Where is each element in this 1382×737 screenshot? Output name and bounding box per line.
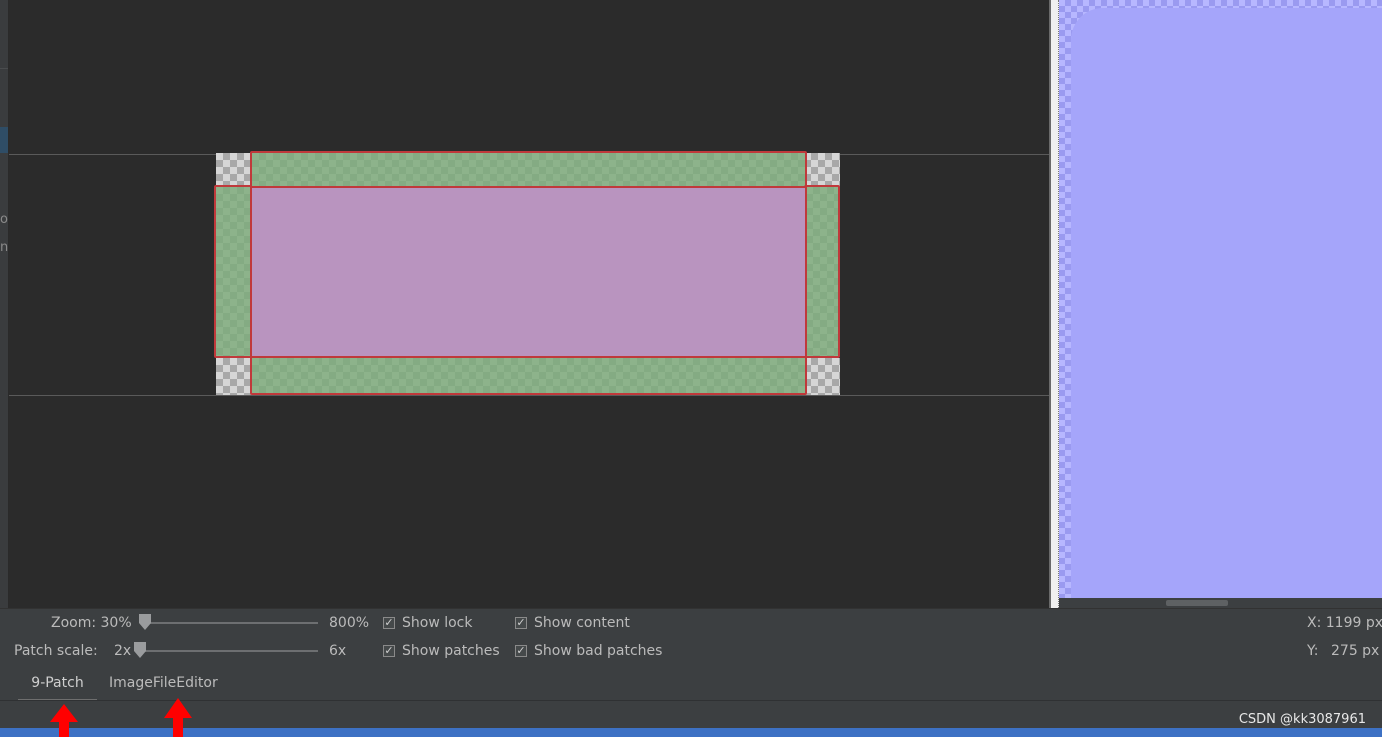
tab-9-patch[interactable]: 9-Patch <box>18 673 97 702</box>
zoom-slider-track[interactable] <box>145 622 318 624</box>
patch-scale-max-label: 6x <box>329 643 347 659</box>
show-patches-checkbox[interactable]: ✓ <box>383 645 395 657</box>
stretch-patch-bottom[interactable] <box>250 356 807 395</box>
show-bad-patches-label[interactable]: Show bad patches <box>534 643 662 659</box>
patch-corner-bottom-right <box>804 358 840 395</box>
preview-scrollbar-thumb[interactable] <box>1166 600 1228 606</box>
show-lock-checkbox[interactable]: ✓ <box>383 617 395 629</box>
patch-scale-slider-track[interactable] <box>140 650 318 652</box>
zoom-max-label: 800% <box>329 615 370 631</box>
checkmark-icon: ✓ <box>384 616 394 629</box>
checkmark-icon: ✓ <box>516 644 526 657</box>
patch-corner-bottom-left <box>216 358 252 395</box>
left-panel-divider <box>0 68 8 69</box>
stretch-patch-right[interactable] <box>804 185 840 358</box>
patch-scale-min-label: 2x <box>114 643 132 659</box>
status-bar <box>0 700 1382 728</box>
preview-scrollbar[interactable] <box>1059 598 1382 608</box>
checkmark-icon: ✓ <box>384 644 394 657</box>
cursor-y-label: Y: <box>1307 643 1319 659</box>
checkmark-icon: ✓ <box>516 616 526 629</box>
show-content-checkbox[interactable]: ✓ <box>515 617 527 629</box>
bottom-guide-line <box>9 395 1049 396</box>
stretched-preview-pane <box>1059 0 1382 598</box>
show-lock-label[interactable]: Show lock <box>402 615 473 631</box>
show-bad-patches-checkbox[interactable]: ✓ <box>515 645 527 657</box>
patch-corner-top-left <box>216 153 252 187</box>
patch-editing-canvas[interactable] <box>9 0 1049 608</box>
tab-image-file-editor[interactable]: ImageFileEditor <box>109 673 218 699</box>
red-arrow-icon <box>164 698 192 737</box>
cursor-y-value: 275 px <box>1331 643 1380 659</box>
show-content-label[interactable]: Show content <box>534 615 630 631</box>
slider-knob-icon[interactable] <box>139 614 151 630</box>
nine-patch-editor-window: oi n Zoom: 30% 800% Patch scale: 2x 6x ✓… <box>0 0 1382 737</box>
preview-stretched-shape <box>1071 8 1382 598</box>
red-arrow-icon <box>50 704 78 737</box>
stretch-patch-left[interactable] <box>214 185 252 358</box>
left-panel-text-fragment: n <box>0 240 9 255</box>
stretch-patch-top[interactable] <box>250 151 807 188</box>
content-area-center[interactable] <box>250 186 807 358</box>
left-panel-selected-row[interactable] <box>0 127 8 153</box>
patch-scale-label: Patch scale: <box>14 643 98 659</box>
patch-corner-top-right <box>804 153 840 187</box>
zoom-label: Zoom: 30% <box>51 615 132 631</box>
nine-patch-image[interactable] <box>214 151 840 395</box>
slider-knob-icon[interactable] <box>134 642 146 658</box>
preview-splitter[interactable] <box>1049 0 1059 608</box>
editor-control-panel: Zoom: 30% 800% Patch scale: 2x 6x ✓ Show… <box>0 608 1382 702</box>
watermark-text: CSDN @kk3087961 <box>1238 712 1366 727</box>
cursor-x-readout: X: 1199 px <box>1307 615 1382 631</box>
show-patches-label[interactable]: Show patches <box>402 643 500 659</box>
bottom-accent-bar <box>0 728 1382 737</box>
left-panel-edge: oi n <box>0 0 12 608</box>
